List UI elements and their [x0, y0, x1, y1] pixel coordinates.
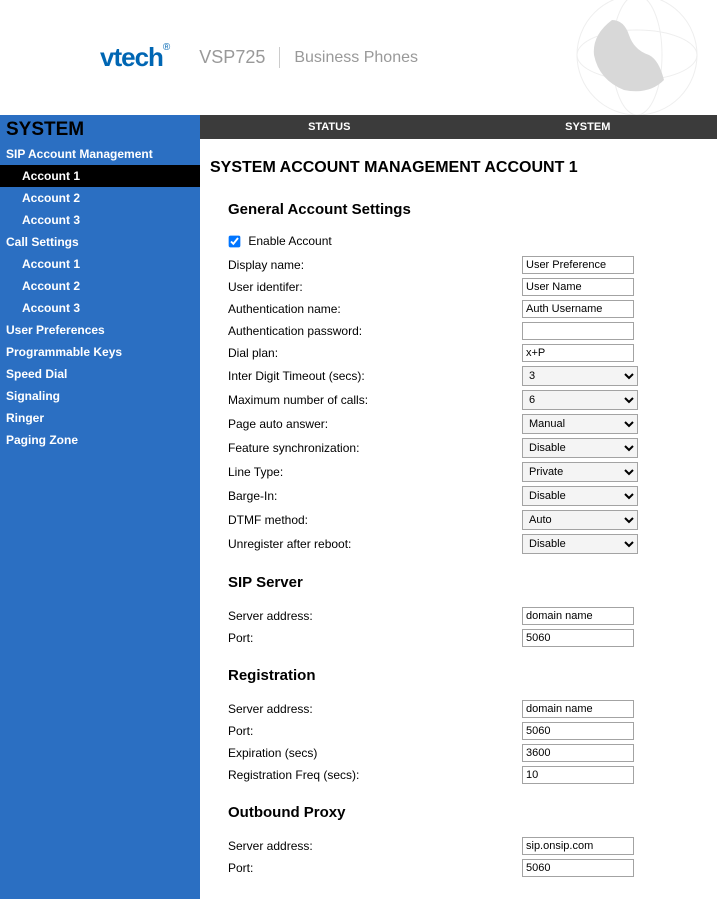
- sidebar-speed-dial[interactable]: Speed Dial: [0, 363, 200, 385]
- brand-logo: vtech®: [100, 42, 169, 73]
- expiration-input[interactable]: [522, 744, 634, 762]
- line-type-label: Line Type:: [228, 465, 522, 479]
- inter-digit-label: Inter Digit Timeout (secs):: [228, 369, 522, 383]
- user-identifier-label: User identifer:: [228, 280, 522, 294]
- sidebar-account-1[interactable]: Account 1: [0, 165, 200, 187]
- display-name-input[interactable]: [522, 256, 634, 274]
- inter-digit-select[interactable]: 3: [522, 366, 638, 386]
- reg-server-addr-label: Server address:: [228, 702, 522, 716]
- sip-port-label: Port:: [228, 631, 522, 645]
- tab-system[interactable]: SYSTEM: [459, 115, 717, 139]
- unregister-label: Unregister after reboot:: [228, 537, 522, 551]
- sip-server-heading: SIP Server: [200, 556, 717, 599]
- sidebar-account-2[interactable]: Account 2: [0, 187, 200, 209]
- user-identifier-input[interactable]: [522, 278, 634, 296]
- auth-name-input[interactable]: [522, 300, 634, 318]
- ob-port-input[interactable]: [522, 859, 634, 877]
- ob-server-input[interactable]: [522, 837, 634, 855]
- dial-plan-input[interactable]: [522, 344, 634, 362]
- globe-icon: [517, 0, 707, 115]
- page-auto-answer-label: Page auto answer:: [228, 417, 522, 431]
- auth-pw-label: Authentication password:: [228, 324, 522, 338]
- max-calls-select[interactable]: 6: [522, 390, 638, 410]
- sidebar-cs-account-2[interactable]: Account 2: [0, 275, 200, 297]
- sip-server-addr-label: Server address:: [228, 609, 522, 623]
- max-calls-label: Maximum number of calls:: [228, 393, 522, 407]
- tagline: Business Phones: [294, 49, 418, 67]
- main-content: STATUS SYSTEM SYSTEM ACCOUNT MANAGEMENT …: [200, 115, 717, 899]
- enable-account-checkbox[interactable]: [229, 236, 241, 248]
- page-title: SYSTEM ACCOUNT MANAGEMENT ACCOUNT 1: [200, 139, 717, 183]
- sidebar-cs-account-1[interactable]: Account 1: [0, 253, 200, 275]
- tab-status[interactable]: STATUS: [200, 115, 459, 139]
- product-name: VSP725: [199, 47, 280, 68]
- tab-bar: STATUS SYSTEM: [200, 115, 717, 139]
- sidebar-signaling[interactable]: Signaling: [0, 385, 200, 407]
- reg-port-input[interactable]: [522, 722, 634, 740]
- dtmf-select[interactable]: Auto: [522, 510, 638, 530]
- enable-account-label: Enable Account: [248, 234, 331, 248]
- feature-sync-select[interactable]: Disable: [522, 438, 638, 458]
- sidebar-user-prefs[interactable]: User Preferences: [0, 319, 200, 341]
- sidebar-prog-keys[interactable]: Programmable Keys: [0, 341, 200, 363]
- line-type-select[interactable]: Private: [522, 462, 638, 482]
- sidebar-system-title: SYSTEM: [0, 115, 200, 143]
- auth-name-label: Authentication name:: [228, 302, 522, 316]
- ob-port-label: Port:: [228, 861, 522, 875]
- barge-in-select[interactable]: Disable: [522, 486, 638, 506]
- auth-pw-input[interactable]: [522, 322, 634, 340]
- barge-in-label: Barge-In:: [228, 489, 522, 503]
- sidebar-ringer[interactable]: Ringer: [0, 407, 200, 429]
- sip-server-input[interactable]: [522, 607, 634, 625]
- sidebar-account-3[interactable]: Account 3: [0, 209, 200, 231]
- dtmf-label: DTMF method:: [228, 513, 522, 527]
- unregister-select[interactable]: Disable: [522, 534, 638, 554]
- sidebar: SYSTEM SIP Account Management Account 1 …: [0, 115, 200, 899]
- brand-text: vtech: [100, 42, 163, 72]
- expiration-label: Expiration (secs): [228, 746, 522, 760]
- sidebar-sip-mgmt[interactable]: SIP Account Management: [0, 143, 200, 165]
- page-auto-answer-select[interactable]: Manual: [522, 414, 638, 434]
- sidebar-call-settings[interactable]: Call Settings: [0, 231, 200, 253]
- sidebar-cs-account-3[interactable]: Account 3: [0, 297, 200, 319]
- general-heading: General Account Settings: [200, 183, 717, 226]
- registration-heading: Registration: [200, 649, 717, 692]
- reg-port-label: Port:: [228, 724, 522, 738]
- reg-freq-input[interactable]: [522, 766, 634, 784]
- sip-port-input[interactable]: [522, 629, 634, 647]
- display-name-label: Display name:: [228, 258, 522, 272]
- outbound-proxy-heading: Outbound Proxy: [200, 786, 717, 829]
- reg-server-input[interactable]: [522, 700, 634, 718]
- feature-sync-label: Feature synchronization:: [228, 441, 522, 455]
- ob-server-addr-label: Server address:: [228, 839, 522, 853]
- reg-freq-label: Registration Freq (secs):: [228, 768, 522, 782]
- dial-plan-label: Dial plan:: [228, 346, 522, 360]
- header: vtech® VSP725 Business Phones: [0, 0, 717, 115]
- sidebar-paging-zone[interactable]: Paging Zone: [0, 429, 200, 451]
